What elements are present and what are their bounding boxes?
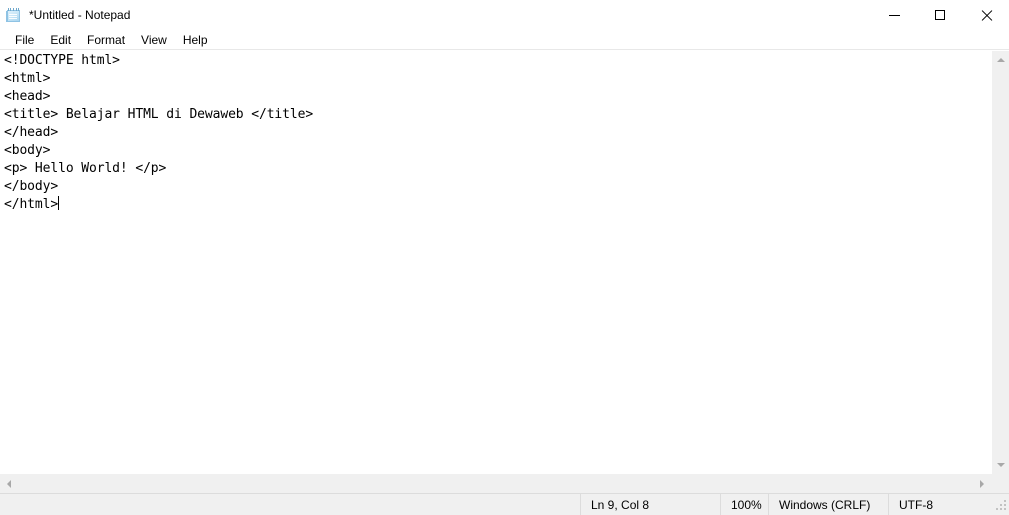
vertical-scrollbar[interactable] (991, 51, 1009, 474)
menu-bar: File Edit Format View Help (0, 30, 1009, 50)
maximize-button[interactable] (917, 0, 963, 30)
maximize-icon (935, 10, 945, 20)
horizontal-scrollbar[interactable] (0, 474, 991, 493)
window-title: *Untitled - Notepad (29, 8, 131, 22)
notepad-icon (6, 7, 22, 23)
scroll-left-icon[interactable] (0, 474, 18, 493)
title-bar: *Untitled - Notepad (0, 0, 1009, 30)
status-line-ending: Windows (CRLF) (768, 494, 888, 515)
menu-item-view[interactable]: View (133, 31, 175, 49)
editor-text-value: <!DOCTYPE html> <html> <head> <title> Be… (4, 53, 314, 212)
menu-item-edit[interactable]: Edit (42, 31, 79, 49)
scroll-up-icon[interactable] (992, 51, 1009, 69)
text-caret (58, 196, 60, 210)
menu-item-file[interactable]: File (7, 31, 42, 49)
status-encoding: UTF-8 (888, 494, 988, 515)
status-bar: Ln 9, Col 8 100% Windows (CRLF) UTF-8 (0, 493, 1009, 515)
window-controls (871, 0, 1009, 30)
minimize-button[interactable] (871, 0, 917, 30)
editor-content[interactable]: <!DOCTYPE html> <html> <head> <title> Be… (4, 52, 313, 214)
status-zoom-level: 100% (720, 494, 768, 515)
minimize-icon (888, 14, 900, 16)
resize-grip-icon[interactable] (995, 500, 1006, 512)
menu-item-help[interactable]: Help (175, 31, 216, 49)
scroll-down-icon[interactable] (992, 456, 1009, 474)
scrollbar-corner (991, 474, 1009, 493)
close-icon (981, 10, 992, 21)
notepad-window: *Untitled - Notepad File Edit Format Vie… (0, 0, 1009, 515)
scroll-right-icon[interactable] (973, 474, 991, 493)
menu-item-format[interactable]: Format (79, 31, 133, 49)
status-cursor-position: Ln 9, Col 8 (580, 494, 720, 515)
close-button[interactable] (963, 0, 1009, 30)
text-editor-area[interactable]: <!DOCTYPE html> <html> <head> <title> Be… (0, 51, 991, 474)
